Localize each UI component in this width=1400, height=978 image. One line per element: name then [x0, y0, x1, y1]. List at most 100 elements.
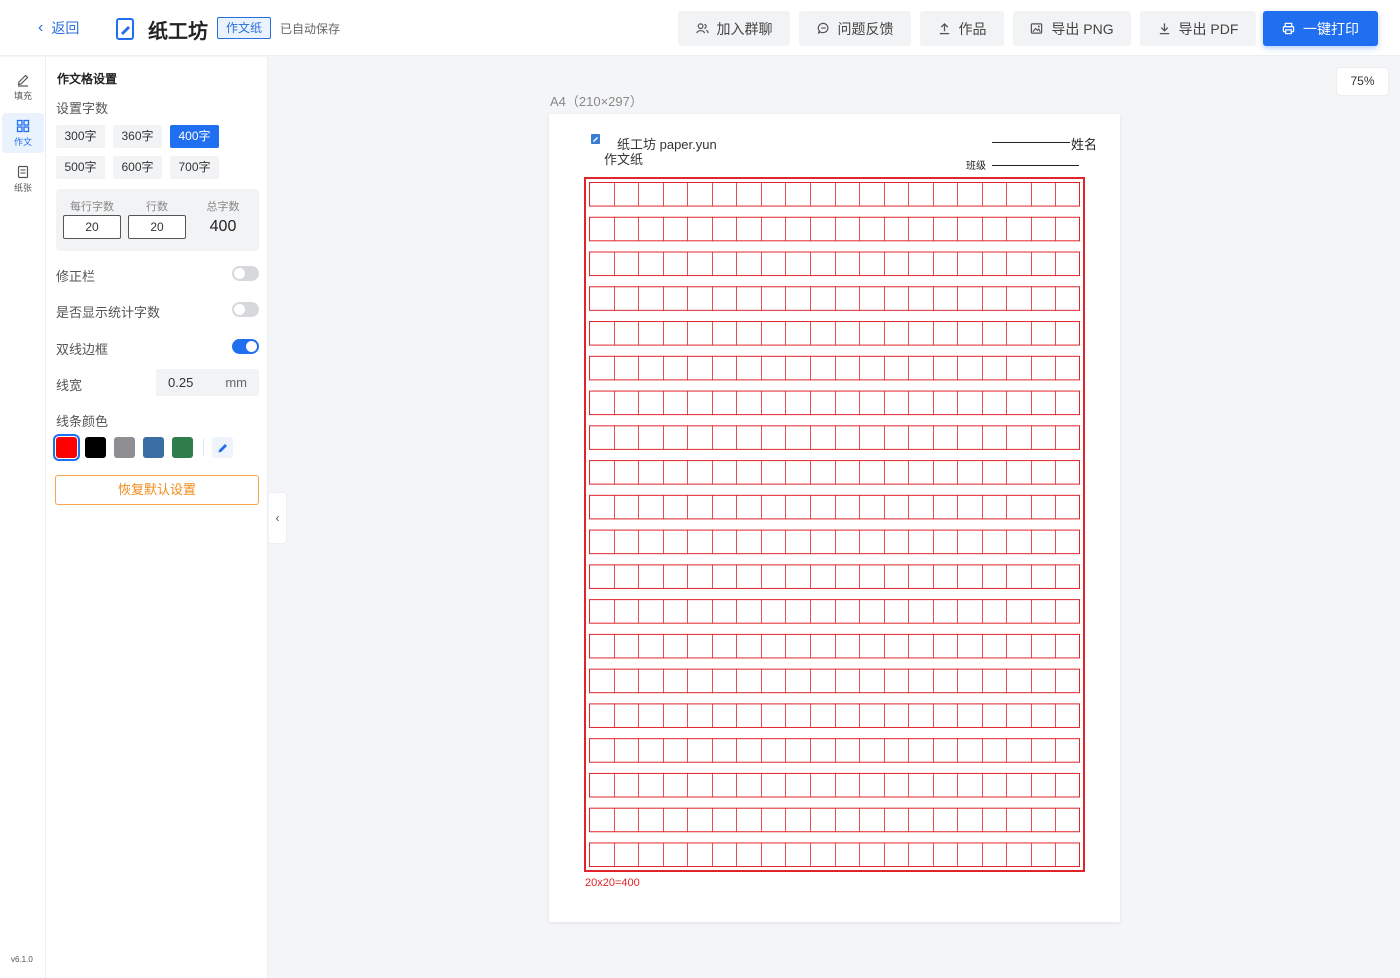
feedback-button[interactable]: 问题反馈 — [799, 11, 911, 46]
correction-bar-toggle[interactable] — [232, 266, 259, 281]
line-width-value: 0.25 — [168, 375, 194, 390]
correction-bar-label: 修正栏 — [56, 269, 96, 284]
grid-row — [589, 251, 1080, 277]
join-group-button[interactable]: 加入群聊 — [678, 11, 790, 46]
grid-row — [589, 494, 1080, 520]
double-border-label: 双线边框 — [56, 342, 109, 357]
save-status: 已自动保存 — [280, 22, 341, 36]
line-width-label: 线宽 — [56, 378, 83, 393]
rail-item-label: 纸张 — [13, 182, 32, 193]
pen-icon — [218, 443, 227, 452]
total-header: 总字数 — [206, 201, 240, 213]
grid-row — [589, 425, 1080, 450]
grid-row — [589, 633, 1080, 659]
chat-icon — [817, 22, 828, 34]
works-label: 作品 — [958, 20, 987, 37]
count-option-300[interactable]: 300字 — [56, 125, 105, 148]
show-count-label: 是否显示统计字数 — [56, 305, 161, 320]
panel-title: 作文格设置 — [57, 72, 118, 86]
works-button[interactable]: 作品 — [920, 11, 1004, 46]
app-title: 纸工坊 — [148, 21, 208, 43]
back-button[interactable]: ‹ 返回 — [38, 18, 79, 38]
grid-row — [589, 321, 1080, 346]
class-label: 班级 — [966, 161, 986, 172]
feedback-label: 问题反馈 — [837, 20, 894, 37]
export-png-label: 导出 PNG — [1051, 20, 1114, 37]
toggle-knob — [234, 268, 245, 279]
paper-type-tag: 作文纸 — [217, 17, 272, 39]
line-color-label: 线条颜色 — [56, 414, 109, 429]
color-swatch-green[interactable] — [172, 437, 193, 458]
color-swatch-gray[interactable] — [114, 437, 135, 458]
grid-row — [589, 738, 1080, 763]
rows-input[interactable]: 20 — [128, 215, 186, 239]
grid-row — [589, 772, 1080, 798]
join-group-label: 加入群聊 — [716, 20, 773, 37]
chevron-left-icon: ‹ — [275, 511, 280, 525]
count-option-500[interactable]: 500字 — [56, 156, 105, 179]
color-swatch-red[interactable] — [53, 434, 80, 461]
grid-row — [589, 668, 1080, 694]
upload-icon — [939, 22, 949, 35]
rail-item-label: 填充 — [13, 90, 32, 101]
grid-row — [589, 355, 1080, 381]
double-border-toggle[interactable] — [232, 339, 259, 354]
grid-row — [589, 182, 1080, 207]
paper-preview: 纸工坊 paper.yun 作文纸 姓名 班级 20x20=400 — [549, 114, 1120, 922]
grid-caption: 20x20=400 — [585, 877, 640, 889]
grid-row — [589, 842, 1080, 867]
rail-item-label: 作文 — [13, 136, 32, 147]
show-count-toggle[interactable] — [232, 302, 259, 317]
paper-type-heading: 作文纸 — [604, 152, 644, 167]
chevron-left-icon: ‹ — [38, 19, 44, 36]
rail-item-paper[interactable]: 纸张 — [2, 159, 44, 199]
export-pdf-label: 导出 PDF — [1178, 20, 1239, 37]
toggle-knob — [246, 341, 257, 352]
image-icon — [1031, 23, 1043, 34]
settings-panel: 作文格设置 设置字数 300字 360字 400字 500字 600字 700字… — [46, 57, 268, 978]
logo-icon — [591, 134, 600, 144]
grid-row — [589, 286, 1080, 311]
grid-icon — [16, 119, 30, 132]
per-row-input[interactable]: 20 — [63, 215, 121, 239]
rail-item-fill[interactable]: 填充 — [2, 67, 44, 107]
export-png-button[interactable]: 导出 PNG — [1013, 11, 1131, 46]
line-width-input[interactable]: 0.25 mm — [156, 369, 259, 396]
count-option-700[interactable]: 700字 — [170, 156, 219, 179]
total-value: 400 — [209, 218, 237, 235]
zoom-level[interactable]: 75% — [1336, 67, 1389, 96]
grid-cells — [589, 182, 1080, 867]
back-label: 返回 — [51, 20, 80, 36]
swatch-divider — [203, 439, 204, 456]
users-icon — [695, 23, 709, 34]
top-bar: ‹ 返回 纸工坊 作文纸 已自动保存 加入群聊 问题反馈 作品 导出 PNG 导… — [0, 0, 1400, 56]
printer-icon — [1282, 22, 1295, 35]
count-option-600[interactable]: 600字 — [113, 156, 162, 179]
print-button[interactable]: 一键打印 — [1263, 11, 1378, 46]
paper-size-label: A4（210×297） — [550, 94, 643, 109]
grid-row — [589, 460, 1080, 485]
version-label: v6.1.0 — [11, 955, 33, 964]
reset-defaults-button[interactable]: 恢复默认设置 — [55, 475, 259, 505]
color-swatch-blue[interactable] — [143, 437, 164, 458]
rail-item-essay[interactable]: 作文 — [2, 113, 44, 153]
count-option-360[interactable]: 360字 — [113, 125, 162, 148]
count-label: 设置字数 — [56, 101, 109, 116]
grid-row — [589, 564, 1080, 589]
export-pdf-button[interactable]: 导出 PDF — [1140, 11, 1256, 46]
count-option-400[interactable]: 400字 — [170, 125, 219, 148]
grid-row — [589, 807, 1080, 833]
grid-row — [589, 703, 1080, 728]
document-icon — [116, 18, 134, 40]
custom-color-button[interactable] — [212, 437, 233, 458]
print-label: 一键打印 — [1303, 20, 1359, 37]
tool-rail: 填充 作文 纸张 v6.1.0 — [0, 57, 46, 978]
stats-box: 每行字数 行数 总字数 20 20 400 — [56, 189, 259, 251]
color-swatch-black[interactable] — [85, 437, 106, 458]
line-width-unit: mm — [225, 375, 247, 390]
collapse-panel-button[interactable]: ‹ — [269, 492, 287, 544]
class-underline — [992, 165, 1079, 166]
essay-grid — [584, 177, 1085, 872]
grid-row — [589, 529, 1080, 555]
per-row-header: 每行字数 — [70, 201, 114, 213]
